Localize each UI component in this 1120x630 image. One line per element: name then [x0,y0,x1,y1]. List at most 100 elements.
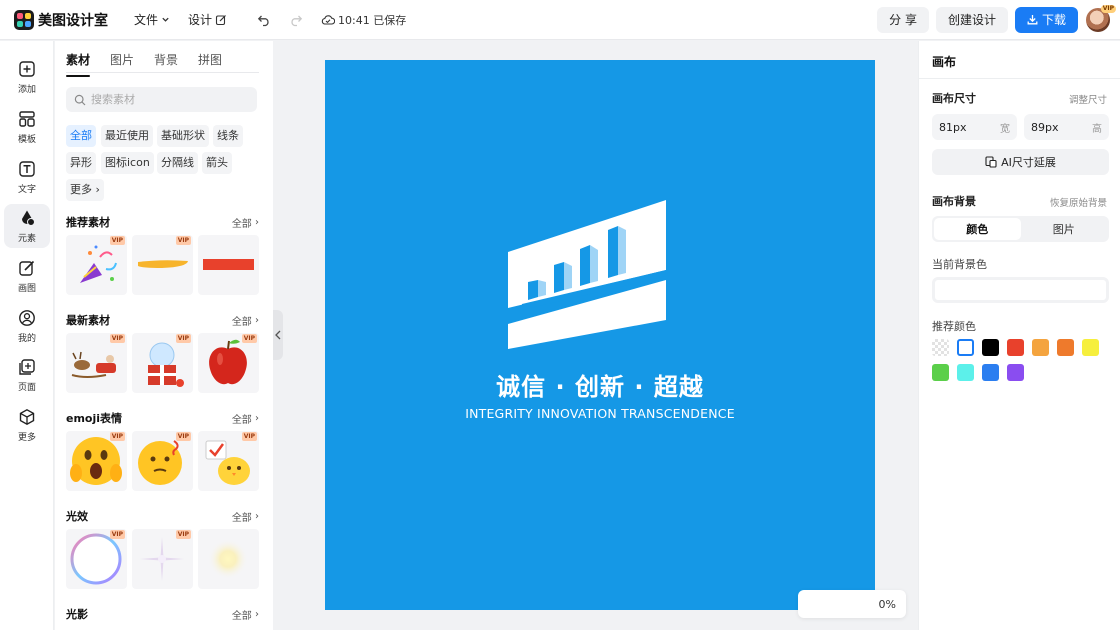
see-all-link[interactable]: 全部 › [232,313,259,328]
canvas-stage: 诚信 · 创新 · 超越 INTEGRITY INNOVATION TRANSC… [283,41,917,630]
vip-badge: VIP [109,236,125,245]
download-button[interactable]: 下载 [1014,6,1078,33]
chip-irregular[interactable]: 异形 [66,152,96,174]
material-thumb[interactable]: VIP [132,235,193,295]
vip-badge: VIP [241,334,257,343]
red-bar-icon [203,259,254,270]
swatch-transparent[interactable] [932,339,949,356]
chip-all[interactable]: 全部 [66,125,96,147]
slogan-chinese[interactable]: 诚信 · 创新 · 超越 [325,367,875,402]
chip-arrows[interactable]: 箭头 [202,152,232,174]
swatch-yellow[interactable] [1082,339,1099,356]
material-thumb[interactable]: VIP [66,431,127,491]
ai-extend-icon [985,156,997,168]
rail-item-templates[interactable]: 模板 [4,105,50,149]
undo-button[interactable] [257,13,271,27]
chip-lines[interactable]: 线条 [213,125,243,147]
vip-badge: VIP [1100,4,1116,13]
rail-item-mine[interactable]: 我的 [4,304,50,348]
swatch-cyan[interactable] [957,364,974,381]
element-icon [22,210,35,226]
material-thumb[interactable]: VIP [132,431,193,491]
vip-badge: VIP [175,432,191,441]
swatch-blue[interactable] [982,364,999,381]
see-all-link[interactable]: 全部 › [232,411,259,426]
design-canvas[interactable]: 诚信 · 创新 · 超越 INTEGRITY INNOVATION TRANSC… [325,60,875,610]
material-thumb[interactable]: VIP [66,529,127,589]
chip-recent[interactable]: 最近使用 [101,125,153,147]
swatch-white[interactable] [957,339,974,356]
chip-icons[interactable]: 图标icon [101,152,154,174]
redo-icon [291,15,303,26]
slogan-english[interactable]: INTEGRITY INNOVATION TRANSCENDENCE [325,406,875,421]
swatch-red[interactable] [1007,339,1024,356]
search-box[interactable] [66,87,257,112]
material-thumb[interactable]: VIP [66,235,127,295]
width-field[interactable]: 81px 宽 [932,114,1017,140]
vip-badge: VIP [175,236,191,245]
properties-panel: 画布 画布尺寸 调整尺寸 81px 宽 89px 高 AI尺寸延展 画布背景 恢… [918,41,1120,630]
bg-mode-image[interactable]: 图片 [1021,218,1108,240]
template-icon [19,110,35,127]
rail-item-add[interactable]: 添加 [4,55,50,99]
vip-badge: VIP [175,334,191,343]
see-all-link[interactable]: 全部 › [232,607,259,622]
text-icon [19,160,35,177]
page-add-icon [19,358,35,375]
current-bg-color[interactable] [932,277,1109,303]
design-menu[interactable]: 设计 [188,11,227,28]
vip-badge: VIP [109,432,125,441]
rail-item-text[interactable]: 文字 [4,155,50,199]
swatch-light-orange[interactable] [1032,339,1049,356]
ai-size-extend-button[interactable]: AI尺寸延展 [932,149,1109,175]
chip-dividers[interactable]: 分隔线 [157,152,198,174]
swatch-purple[interactable] [1007,364,1024,381]
app-logo[interactable]: 美图设计室 [14,9,108,30]
tab-collage[interactable]: 拼图 [198,51,222,72]
panel-title: 画布 [932,55,957,69]
resize-link[interactable]: 调整尺寸 [1069,92,1107,106]
rail-item-pages[interactable]: 页面 [4,353,50,397]
materials-panel: 素材 图片 背景 拼图 全部 最近使用 基础形状 线条 异形 图标icon 分隔… [55,41,273,630]
swatch-orange[interactable] [1057,339,1074,356]
material-thumb[interactable] [198,235,259,295]
material-thumb[interactable]: VIP [132,529,193,589]
divider [919,78,1120,79]
rail-item-more[interactable]: 更多 [4,403,50,447]
share-button[interactable]: 分 享 [877,6,929,33]
tab-images[interactable]: 图片 [110,51,134,72]
undo-icon [257,15,269,26]
swatch-green[interactable] [932,364,949,381]
material-thumb[interactable]: VIP [198,333,259,393]
vip-badge: VIP [109,530,125,539]
material-thumb[interactable]: VIP [66,333,127,393]
chip-more[interactable]: 更多 › [66,179,104,201]
rail-item-elements[interactable]: 元素 [4,204,50,248]
bg-mode-toggle: 颜色 图片 [932,216,1109,242]
zoom-control[interactable]: 0% [798,590,906,618]
material-thumb[interactable] [198,529,259,589]
swatch-black[interactable] [982,339,999,356]
file-menu[interactable]: 文件 [134,11,170,28]
see-all-link[interactable]: 全部 › [232,509,259,524]
material-thumb[interactable]: VIP [132,333,193,393]
chip-basic-shapes[interactable]: 基础形状 [157,125,209,147]
search-input[interactable] [91,93,241,106]
panel-collapse-handle[interactable] [273,310,283,360]
see-all-link[interactable]: 全部 › [232,215,259,230]
height-field[interactable]: 89px 高 [1024,114,1109,140]
user-avatar[interactable]: VIP [1086,4,1116,32]
material-thumb[interactable]: VIP [198,431,259,491]
section-light-effects: 光效 全部 › [66,509,259,524]
rail-item-draw[interactable]: 画图 [4,254,50,298]
panel-tabs: 素材 图片 背景 拼图 [66,51,259,77]
create-design-button[interactable]: 创建设计 [935,6,1008,33]
tab-materials[interactable]: 素材 [66,51,91,77]
logo-graphic[interactable] [508,200,666,350]
redo-button[interactable] [289,13,303,27]
canvas-size-label: 画布尺寸 [932,92,976,105]
reset-bg-link[interactable]: 恢复原始背景 [1050,195,1107,209]
bg-mode-color[interactable]: 颜色 [934,218,1021,240]
plus-square-icon [19,60,35,77]
tab-backgrounds[interactable]: 背景 [154,51,178,72]
